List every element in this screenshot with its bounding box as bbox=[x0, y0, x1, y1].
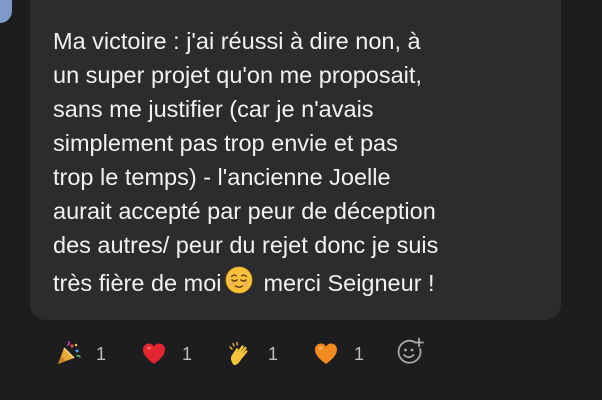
message-line: simplement pas trop envie et pas bbox=[53, 130, 398, 156]
message-line: Ma victoire : j'ai réussi à dire non, à bbox=[53, 28, 421, 54]
reaction-red-heart[interactable]: 1 bbox=[140, 337, 192, 371]
party-popper-icon bbox=[54, 340, 82, 368]
reaction-count: 1 bbox=[354, 343, 365, 364]
reaction-count: 1 bbox=[268, 343, 279, 364]
message-line: des autres/ peur du rejet donc je suis bbox=[53, 232, 439, 258]
sender-avatar[interactable] bbox=[0, 0, 12, 23]
message-line: sans me justifier (car je n'avais bbox=[53, 96, 374, 122]
relieved-face-icon bbox=[225, 266, 253, 303]
reaction-count: 1 bbox=[96, 343, 107, 364]
message-line: aurait accepté par peur de déception bbox=[53, 198, 436, 224]
add-reaction-button[interactable] bbox=[395, 337, 425, 372]
reaction-bar: 1 1 1 1 bbox=[54, 337, 425, 371]
message-text-segment: merci Seigneur ! bbox=[263, 270, 435, 296]
message-line: un super projet qu'on me proposait, bbox=[53, 62, 422, 88]
red-heart-icon bbox=[140, 340, 168, 368]
clapping-hands-icon bbox=[226, 340, 254, 368]
message-bubble: Ma victoire : j'ai réussi à dire non, à … bbox=[30, 0, 561, 320]
reaction-party-popper[interactable]: 1 bbox=[54, 337, 106, 371]
message-text-segment: très fière de moi bbox=[53, 270, 222, 296]
add-reaction-icon bbox=[395, 337, 425, 372]
reaction-orange-heart[interactable]: 1 bbox=[312, 337, 364, 371]
reaction-clapping-hands[interactable]: 1 bbox=[226, 337, 278, 371]
reaction-count: 1 bbox=[182, 343, 193, 364]
message-line-last: très fière de moi merci Seigneur ! bbox=[53, 266, 545, 303]
message-text: Ma victoire : j'ai réussi à dire non, à … bbox=[53, 24, 545, 303]
orange-heart-icon bbox=[312, 340, 340, 368]
message-line: trop le temps) - l'ancienne Joelle bbox=[53, 164, 391, 190]
